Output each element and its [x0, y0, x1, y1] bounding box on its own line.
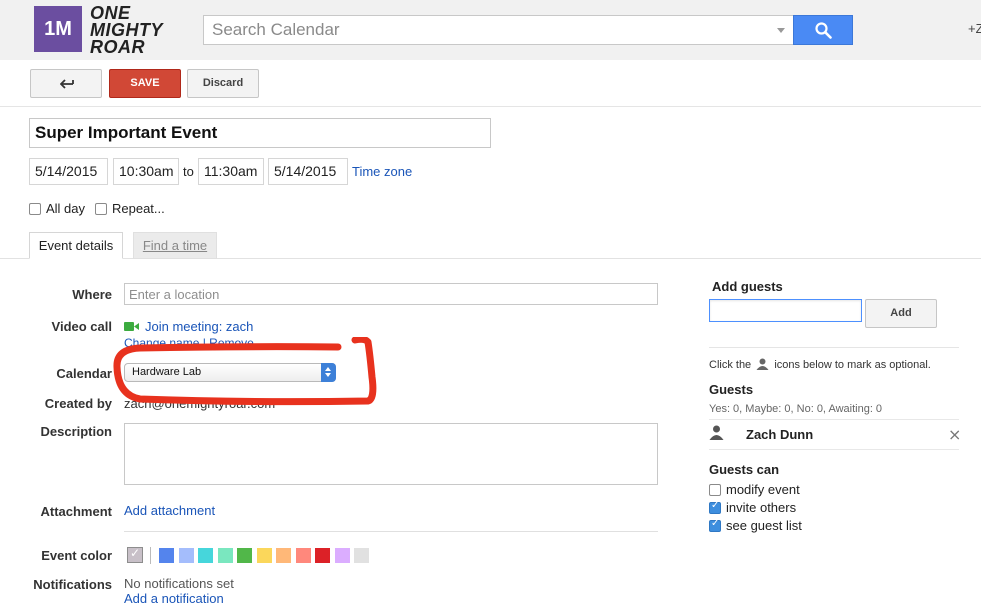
logo-mark[interactable]: 1M	[34, 6, 82, 52]
video-call-label: Video call	[51, 319, 112, 334]
notifications-label: Notifications	[33, 577, 112, 592]
add-guests-heading: Add guests	[712, 279, 783, 294]
timezone-link[interactable]: Time zone	[352, 164, 412, 179]
guest-name: Zach Dunn	[746, 427, 814, 442]
created-by-label: Created by	[44, 396, 112, 411]
color-swatch[interactable]	[159, 548, 174, 563]
repeat-label: Repeat...	[112, 201, 165, 216]
event-title-input[interactable]	[29, 118, 491, 148]
search-box	[203, 15, 794, 45]
tab-event-details[interactable]: Event details	[29, 232, 123, 259]
add-guest-input[interactable]	[709, 299, 862, 322]
add-attachment-link[interactable]: Add attachment	[124, 503, 215, 518]
invite-others-label: invite others	[726, 500, 797, 515]
attachment-label: Attachment	[40, 504, 112, 519]
all-day-label: All day	[46, 201, 86, 216]
color-swatch[interactable]	[334, 548, 350, 563]
repeat-checkbox[interactable]	[95, 203, 107, 215]
person-icon[interactable]	[709, 425, 724, 440]
location-input[interactable]	[124, 283, 658, 305]
back-arrow-icon	[60, 79, 74, 89]
logo-text[interactable]: ONE MIGHTY ROAR	[90, 4, 190, 57]
see-guest-list-label: see guest list	[726, 518, 802, 533]
guest-response-counts: Yes: 0, Maybe: 0, No: 0, Awaiting: 0	[709, 403, 883, 415]
user-link[interactable]: +Z	[968, 21, 981, 36]
description-textarea[interactable]	[124, 423, 658, 485]
end-time-input[interactable]: 11:30am	[198, 158, 264, 185]
event-color-label: Event color	[41, 548, 112, 563]
divider	[124, 531, 658, 532]
divider	[709, 449, 959, 450]
search-icon	[815, 22, 832, 39]
color-swatch[interactable]	[217, 548, 233, 563]
color-swatch[interactable]	[198, 548, 213, 563]
divider	[150, 547, 151, 564]
optional-hint: Click the icons below to mark as optiona…	[709, 358, 931, 371]
color-swatch[interactable]	[315, 548, 330, 563]
logo-line: ROAR	[90, 37, 145, 57]
search-input[interactable]	[204, 16, 774, 44]
notifications-status: No notifications set	[124, 576, 234, 591]
join-meeting-link[interactable]: Join meeting: zach	[145, 319, 253, 334]
start-date-input[interactable]: 5/14/2015	[29, 158, 108, 185]
search-button[interactable]	[793, 15, 853, 45]
color-swatch[interactable]	[295, 548, 311, 563]
color-swatch[interactable]	[354, 548, 369, 563]
calendar-label: Calendar	[56, 366, 112, 381]
modify-event-checkbox[interactable]	[709, 484, 721, 496]
color-swatch[interactable]	[276, 548, 291, 563]
description-label: Description	[40, 424, 112, 439]
person-icon	[756, 358, 769, 370]
end-date-input[interactable]: 5/14/2015	[268, 158, 348, 185]
guests-can-heading: Guests can	[709, 462, 780, 477]
divider	[0, 106, 981, 107]
to-label: to	[183, 164, 194, 179]
color-swatch[interactable]	[256, 548, 272, 563]
color-swatch[interactable]	[178, 548, 194, 563]
video-camera-icon	[124, 322, 139, 331]
discard-button[interactable]: Discard	[187, 69, 259, 98]
add-notification-link[interactable]: Add a notification	[124, 591, 224, 606]
all-day-checkbox[interactable]	[29, 203, 41, 215]
divider	[709, 419, 959, 420]
save-button[interactable]: SAVE	[109, 69, 181, 98]
divider	[709, 347, 959, 348]
tab-find-a-time[interactable]: Find a time	[133, 232, 217, 259]
invite-others-checkbox[interactable]	[709, 500, 721, 514]
back-button[interactable]	[30, 69, 102, 98]
guests-heading: Guests	[709, 382, 754, 397]
color-swatch-default[interactable]	[127, 546, 143, 563]
add-guest-button[interactable]: Add	[865, 299, 937, 328]
remove-guest-icon[interactable]: ×	[948, 425, 961, 444]
start-time-input[interactable]: 10:30am	[113, 158, 179, 185]
where-label: Where	[72, 287, 112, 302]
modify-event-label: modify event	[726, 482, 800, 497]
highlight-annotation	[113, 337, 377, 406]
search-options-icon[interactable]	[777, 28, 785, 33]
color-swatch[interactable]	[237, 548, 252, 563]
see-guest-list-checkbox[interactable]	[709, 518, 721, 532]
